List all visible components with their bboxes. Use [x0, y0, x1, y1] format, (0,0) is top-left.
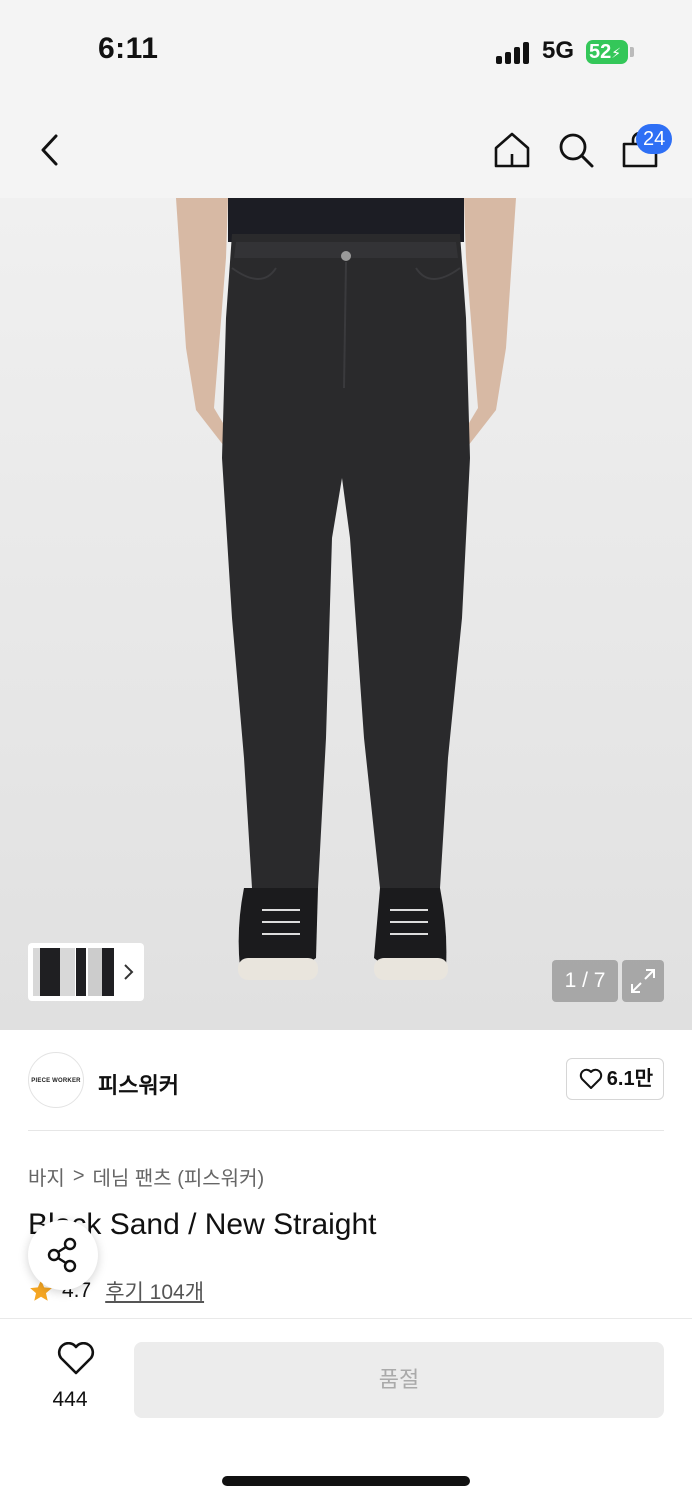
bottom-bar-divider	[0, 1318, 692, 1319]
reviews-link[interactable]: 후기 104개	[105, 1276, 204, 1306]
top-nav: 24	[0, 100, 692, 198]
divider	[28, 1130, 664, 1131]
home-button[interactable]	[490, 128, 534, 172]
product-photo	[176, 198, 516, 980]
wishlist-button[interactable]: 444	[40, 1341, 100, 1412]
heart-icon	[57, 1341, 94, 1375]
breadcrumb: 바지 > 데님 팬츠 (피스워커)	[28, 1162, 264, 1191]
thumbnail-jeans	[76, 948, 86, 996]
search-icon	[559, 133, 594, 168]
status-time: 6:11	[98, 32, 159, 65]
brand-name[interactable]: 피스워커	[98, 1068, 179, 1100]
brand-like-count: 6.1만	[606, 1068, 653, 1090]
breadcrumb-subcategory[interactable]: 데님 팬츠 (피스워커)	[93, 1162, 265, 1191]
chevron-left-icon	[41, 134, 58, 166]
wishlist-count: 444	[52, 1388, 88, 1411]
share-button[interactable]	[28, 1220, 98, 1290]
home-icon	[494, 132, 530, 168]
thumbnail-image	[88, 948, 102, 996]
breadcrumb-category[interactable]: 바지	[28, 1162, 65, 1191]
network-label: 5G	[542, 37, 575, 64]
brand-logo-text: PIECE WORKER	[31, 1078, 81, 1084]
brand-logo[interactable]: PIECE WORKER	[28, 1052, 84, 1108]
breadcrumb-separator: >	[72, 1165, 85, 1187]
chevron-right-icon[interactable]	[122, 957, 136, 987]
thumbnail-strip[interactable]	[28, 943, 144, 1001]
brand-row: PIECE WORKER 피스워커 6.1만	[28, 1052, 664, 1110]
expand-button[interactable]	[622, 960, 664, 1002]
cart-count-badge: 24	[636, 124, 673, 154]
status-bar: 6:11 5G 52⚡	[0, 0, 692, 100]
thumbnail-jeans	[40, 948, 60, 996]
sold-out-button[interactable]: 품절	[134, 1342, 664, 1418]
search-button[interactable]	[554, 128, 598, 172]
brand-like-button[interactable]: 6.1만	[565, 1058, 664, 1100]
signal-icon	[496, 42, 532, 64]
battery-cap	[630, 47, 634, 57]
product-image-gallery[interactable]: 1 / 7	[0, 198, 692, 1030]
expand-icon	[631, 969, 655, 993]
battery-level: 52	[589, 41, 612, 63]
thumbnail-jeans	[102, 948, 114, 996]
image-page-indicator: 1 / 7	[552, 960, 618, 1002]
heart-icon	[579, 1068, 602, 1089]
home-indicator	[222, 1476, 470, 1486]
share-icon	[47, 1237, 77, 1273]
battery-icon: 52⚡	[586, 40, 628, 64]
back-button[interactable]	[34, 130, 68, 170]
